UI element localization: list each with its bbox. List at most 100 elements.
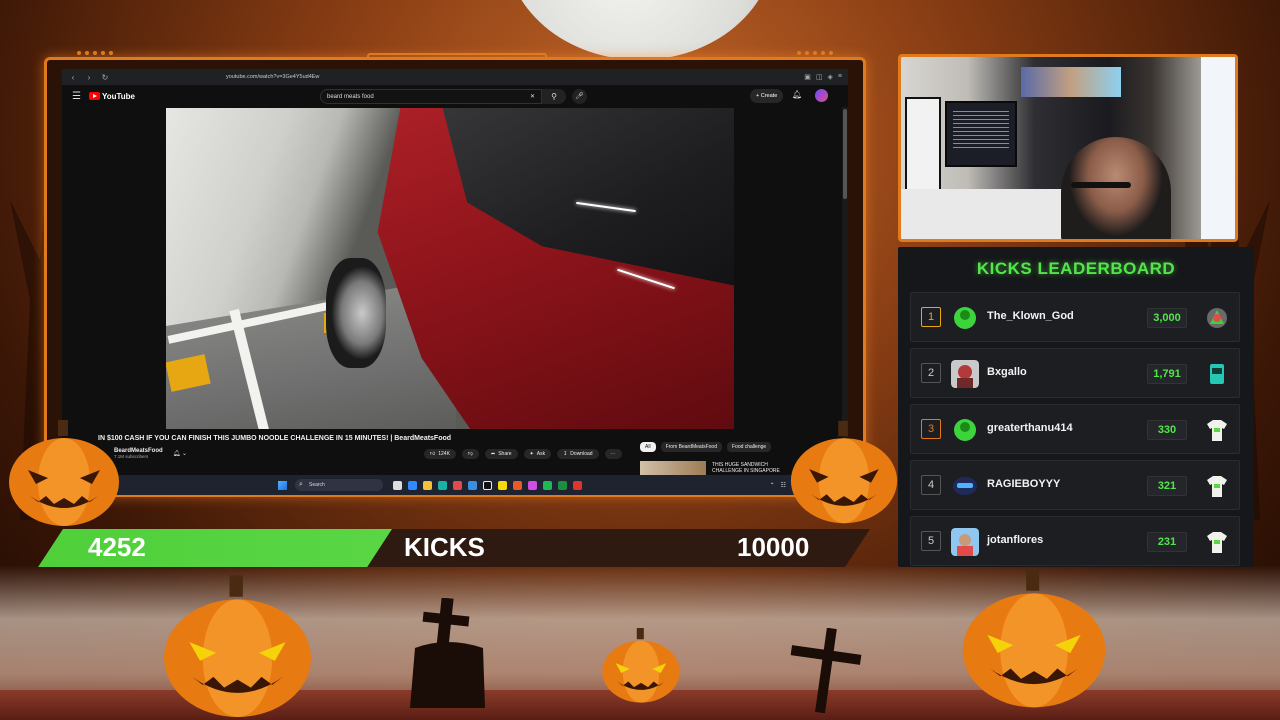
browser-toolbar: ‹ › ↻ youtube.com/watch?v=3Ge4Y5ud4Ew ▣ … (62, 69, 848, 85)
webcam-feed (901, 57, 1235, 239)
app-icon[interactable] (438, 480, 447, 490)
notifications-bell-icon[interactable]: 🔔︎ (792, 90, 802, 99)
badge-icon (1207, 308, 1227, 328)
account-avatar[interactable] (815, 89, 828, 102)
leaderboard-title: KICKS LEADERBOARD (976, 259, 1176, 278)
kicks-current-count: 4252 (88, 532, 146, 562)
moon (505, 0, 775, 60)
recommended-video-thumbnail[interactable] (640, 461, 706, 475)
ask-button[interactable]: ✦ Ask (523, 449, 552, 459)
thumbs-down-icon: 👎︎ (467, 451, 473, 457)
download-icon: ↧ (563, 451, 568, 457)
create-button[interactable]: + Create (750, 89, 784, 103)
rank-number: 5 (921, 531, 941, 551)
subscribe-bell-button[interactable]: 🔔︎ ⌄ (173, 450, 187, 457)
youtube-play-icon (88, 92, 100, 100)
tiktok-icon[interactable] (483, 480, 492, 490)
username: Bxgallo (987, 366, 1027, 378)
more-actions-button[interactable]: ⋯ (604, 449, 622, 459)
username: The_Klown_God (987, 310, 1074, 322)
taskbar-search[interactable]: Search (295, 479, 383, 491)
pumpkin-decoration (602, 628, 680, 703)
file-explorer-icon[interactable] (423, 480, 432, 490)
search-button[interactable]: ⚲ (542, 89, 566, 104)
channel-row: BeardMeatsFood 7.1M subscribers 🔔︎ ⌄ (114, 448, 187, 459)
chrome-icon[interactable] (498, 480, 507, 490)
app-icon[interactable] (558, 480, 567, 490)
kick-score: 1,791 (1147, 364, 1187, 384)
pumpkin-decoration (962, 570, 1106, 708)
rank-number: 1 (921, 307, 941, 327)
video-title: IN $100 CASH IF YOU CAN FINISH THIS JUMB… (98, 435, 452, 442)
clear-search-icon[interactable]: ✕ (530, 93, 535, 100)
app-icon[interactable] (453, 480, 462, 490)
youtube-logo[interactable]: YouTube (88, 92, 135, 101)
app-icon[interactable] (513, 480, 522, 490)
grave-cross (790, 628, 862, 713)
rank-number: 4 (921, 475, 941, 495)
leaderboard-row: 4 RAGIEBOYYY 321 (910, 460, 1240, 510)
user-avatar (953, 477, 977, 495)
share-icon: ➦ (491, 451, 496, 457)
address-bar[interactable]: youtube.com/watch?v=3Ge4Y5ud4Ew (226, 74, 319, 80)
voice-search-button[interactable]: 🎤︎ (572, 89, 587, 104)
shirt-badge-icon (1207, 532, 1227, 553)
app-icon[interactable] (468, 480, 477, 490)
username: greaterthanu414 (987, 422, 1073, 434)
forward-icon[interactable]: › (84, 73, 94, 82)
taskbar-app-icons (393, 480, 582, 490)
frame-dots-left (77, 51, 113, 55)
extension-icon[interactable]: ▣ (804, 73, 811, 81)
webcam-monitor (945, 101, 1017, 167)
sparkle-icon: ✦ (529, 451, 534, 457)
like-button[interactable]: 👍︎ 124K (424, 449, 456, 459)
kick-score: 330 (1147, 420, 1187, 440)
leaderboard-row: 3 greaterthanu414 330 (910, 404, 1240, 454)
kick-score: 321 (1147, 476, 1187, 496)
back-icon[interactable]: ‹ (68, 73, 78, 82)
kick-score: 231 (1147, 532, 1187, 552)
user-avatar (954, 307, 976, 329)
video-player[interactable] (166, 108, 734, 429)
brave-icon[interactable] (573, 480, 582, 490)
rank-number: 3 (921, 419, 941, 439)
shield-icon[interactable]: ◈ (828, 73, 833, 81)
spotify-icon[interactable] (543, 480, 552, 490)
username: RAGIEBOYYY (987, 478, 1061, 490)
recommended-video-title[interactable]: THIS HUGE SANDWICH CHALLENGE IN SINGAPOR… (712, 462, 792, 474)
pumpkin-decoration (790, 420, 898, 524)
mic-icon: 🎤︎ (575, 93, 584, 100)
browser-window: ‹ › ↻ youtube.com/watch?v=3Ge4Y5ud4Ew ▣ … (62, 69, 848, 495)
app-icon[interactable] (528, 480, 537, 490)
video-car-wheel (326, 258, 386, 368)
kicks-leaderboard: KICKS LEADERBOARD 1 The_Klown_God 3,000 … (898, 247, 1254, 567)
user-avatar (954, 419, 976, 441)
task-view-icon[interactable] (393, 480, 402, 490)
share-button[interactable]: ➦ Share (485, 449, 518, 459)
windows-start-icon[interactable] (278, 480, 287, 490)
frame-notch (367, 53, 547, 59)
network-icon[interactable]: ☷ (781, 482, 786, 489)
tray-chevron-icon[interactable]: ⌃ (770, 482, 775, 489)
shirt-badge-icon (1207, 476, 1227, 497)
edge-icon[interactable] (408, 480, 417, 490)
chip-food-challenge[interactable]: Food challenge (726, 442, 772, 452)
chip-all[interactable]: All (640, 442, 656, 452)
tab-icon[interactable]: ◫ (816, 73, 823, 81)
pumpkin-decoration (9, 420, 119, 526)
webcam-monitor (905, 97, 941, 197)
webcam-shelf (1021, 67, 1121, 97)
rank-number: 2 (921, 363, 941, 383)
kick-score: 3,000 (1147, 308, 1187, 328)
download-button[interactable]: ↧ Download (557, 449, 599, 459)
menu-icon[interactable]: ≡ (838, 73, 842, 81)
kicks-goal-target: 10000 (737, 532, 810, 562)
username: jotanflores (987, 534, 1044, 546)
frame-dots-right (797, 51, 833, 55)
search-input[interactable]: beard meats food ✕ (320, 89, 542, 104)
hamburger-menu-icon[interactable]: ☰ (72, 91, 81, 102)
leaderboard-row: 5 jotanflores 231 (910, 516, 1240, 566)
reload-icon[interactable]: ↻ (100, 73, 110, 82)
dislike-button[interactable]: 👎︎ (461, 449, 479, 459)
chip-from-channel[interactable]: From BeardMeatsFood (660, 442, 722, 452)
